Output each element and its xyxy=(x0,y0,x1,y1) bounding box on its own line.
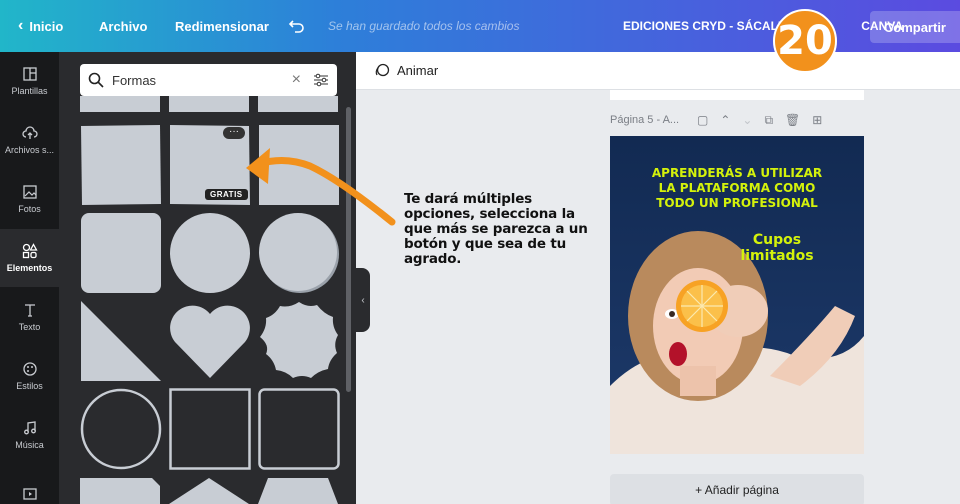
more-options-button[interactable]: ··· xyxy=(223,127,245,139)
share-button[interactable]: Compartir xyxy=(869,11,960,43)
music-icon xyxy=(23,421,36,435)
design-headline-line: TODO UN PROFESIONAL xyxy=(656,196,818,210)
sidebar-item-label: Texto xyxy=(18,322,41,332)
shape-tile xyxy=(169,96,249,112)
search-input[interactable]: Formas × xyxy=(80,64,337,96)
animate-icon xyxy=(375,63,390,76)
shape-tile xyxy=(80,96,160,112)
shape-rounded-square[interactable] xyxy=(80,212,162,294)
file-menu-button[interactable]: Archivo xyxy=(99,0,147,52)
previous-page-bottom xyxy=(610,90,864,100)
photo-icon xyxy=(22,185,37,199)
templates-icon xyxy=(22,67,37,81)
sidebar-item-label: Plantillas xyxy=(11,86,48,96)
sidebar-item-elements[interactable]: Elementos xyxy=(0,229,59,287)
design-photo-neck xyxy=(680,366,716,396)
sidebar-item-label: Fotos xyxy=(18,204,41,214)
sidebar-item-label: Archivos s... xyxy=(4,145,54,155)
design-headline: APRENDERÁS A UTILIZAR LA PLATAFORMA COMO… xyxy=(610,166,864,211)
shape-tile xyxy=(169,478,249,504)
design-headline-line: APRENDERÁS A UTILIZAR xyxy=(651,166,823,180)
undo-button[interactable] xyxy=(288,0,306,52)
sidebar-item-label: Elementos xyxy=(6,263,53,273)
chevron-left-icon: ‹ xyxy=(18,17,24,34)
add-page-button[interactable]: + Añadir página xyxy=(610,474,864,504)
page-note-icon[interactable]: ▢ xyxy=(697,113,708,128)
shape-tile xyxy=(258,478,338,504)
sidebar-item-label: Estilos xyxy=(16,381,43,391)
save-status-text: Se han guardado todos los cambios xyxy=(328,19,520,33)
shape-tile xyxy=(80,478,160,504)
annotation-arrow-icon xyxy=(246,148,396,226)
shape-heart[interactable] xyxy=(169,300,251,382)
design-cupos-line: limitados xyxy=(740,248,814,264)
chevron-left-icon: ‹ xyxy=(361,294,365,306)
sidebar-item-text[interactable]: Texto xyxy=(0,288,59,346)
left-sidebar: Plantillas Archivos s... Fotos Elementos… xyxy=(0,52,59,504)
design-photo-pupil xyxy=(669,311,675,317)
shape-circle[interactable] xyxy=(169,212,251,294)
shape-rounded-square-outline[interactable] xyxy=(258,388,340,470)
text-icon xyxy=(24,304,35,317)
shape-triangle[interactable] xyxy=(80,300,162,382)
page-toolbar: ▢ ⌃ ⌄ ⧉ 🗑︎ ⊞ xyxy=(697,113,822,128)
shape-row-bottom-partial xyxy=(80,478,338,504)
elements-icon xyxy=(22,243,38,259)
collapse-panel-button[interactable]: ‹ xyxy=(356,268,370,332)
chevron-down-icon[interactable]: ⌄ xyxy=(742,113,752,128)
document-title-text: EDICIONES CRYD - SÁCALE P xyxy=(623,19,798,33)
back-home-button[interactable]: ‹ Inicio xyxy=(18,0,63,52)
design-cupos-line: Cupos xyxy=(752,232,802,248)
shape-scalloped-circle[interactable] xyxy=(258,300,340,382)
shape-row-partial xyxy=(80,96,338,112)
design-photo-mouth xyxy=(669,342,687,366)
page-title-label[interactable]: Página 5 - A... xyxy=(610,114,679,126)
sidebar-item-styles[interactable]: Estilos xyxy=(0,347,59,405)
undo-icon xyxy=(288,20,304,33)
sidebar-item-photos[interactable]: Fotos xyxy=(0,170,59,228)
delete-page-icon[interactable]: 🗑︎ xyxy=(785,113,800,128)
clear-search-icon[interactable]: × xyxy=(292,71,301,89)
sidebar-item-label: Música xyxy=(15,440,44,450)
video-icon xyxy=(22,488,37,500)
sidebar-item-uploads[interactable]: Archivos s... xyxy=(0,111,59,169)
elements-panel: ··· GRATIS Formas × xyxy=(59,52,356,504)
document-title[interactable]: EDICIONES CRYD - SÁCALE P CANVA xyxy=(623,0,903,52)
animate-toolbar: Animar xyxy=(356,52,960,90)
design-page-canvas[interactable]: APRENDERÁS A UTILIZAR LA PLATAFORMA COMO… xyxy=(610,136,864,454)
palette-icon xyxy=(22,362,37,376)
shape-square-outline[interactable] xyxy=(169,388,251,470)
sidebar-item-templates[interactable]: Plantillas xyxy=(0,52,59,110)
sidebar-item-video[interactable] xyxy=(0,465,59,504)
shape-tile xyxy=(258,96,338,112)
tutorial-callout-text: Te dará múltiples opciones, selecciona l… xyxy=(404,191,588,267)
add-page-icon[interactable]: ⊞ xyxy=(812,113,822,128)
step-number-badge: 20 xyxy=(773,9,837,73)
design-cupos-text: Cupos limitados xyxy=(733,232,821,264)
animate-button[interactable]: Animar xyxy=(397,63,438,78)
filter-sliders-icon[interactable] xyxy=(313,73,329,87)
upload-cloud-icon xyxy=(21,126,38,139)
back-home-label: Inicio xyxy=(29,18,64,34)
duplicate-page-icon[interactable]: ⧉ xyxy=(764,113,773,128)
shape-circle-outline[interactable] xyxy=(80,388,162,470)
design-headline-line: LA PLATAFORMA COMO xyxy=(658,181,816,195)
chevron-up-icon[interactable]: ⌃ xyxy=(720,113,730,128)
shape-square-rough[interactable] xyxy=(80,124,162,206)
search-icon xyxy=(88,72,104,88)
resize-button[interactable]: Redimensionar xyxy=(175,0,269,52)
sidebar-item-music[interactable]: Música xyxy=(0,406,59,464)
search-value: Formas xyxy=(112,72,157,88)
